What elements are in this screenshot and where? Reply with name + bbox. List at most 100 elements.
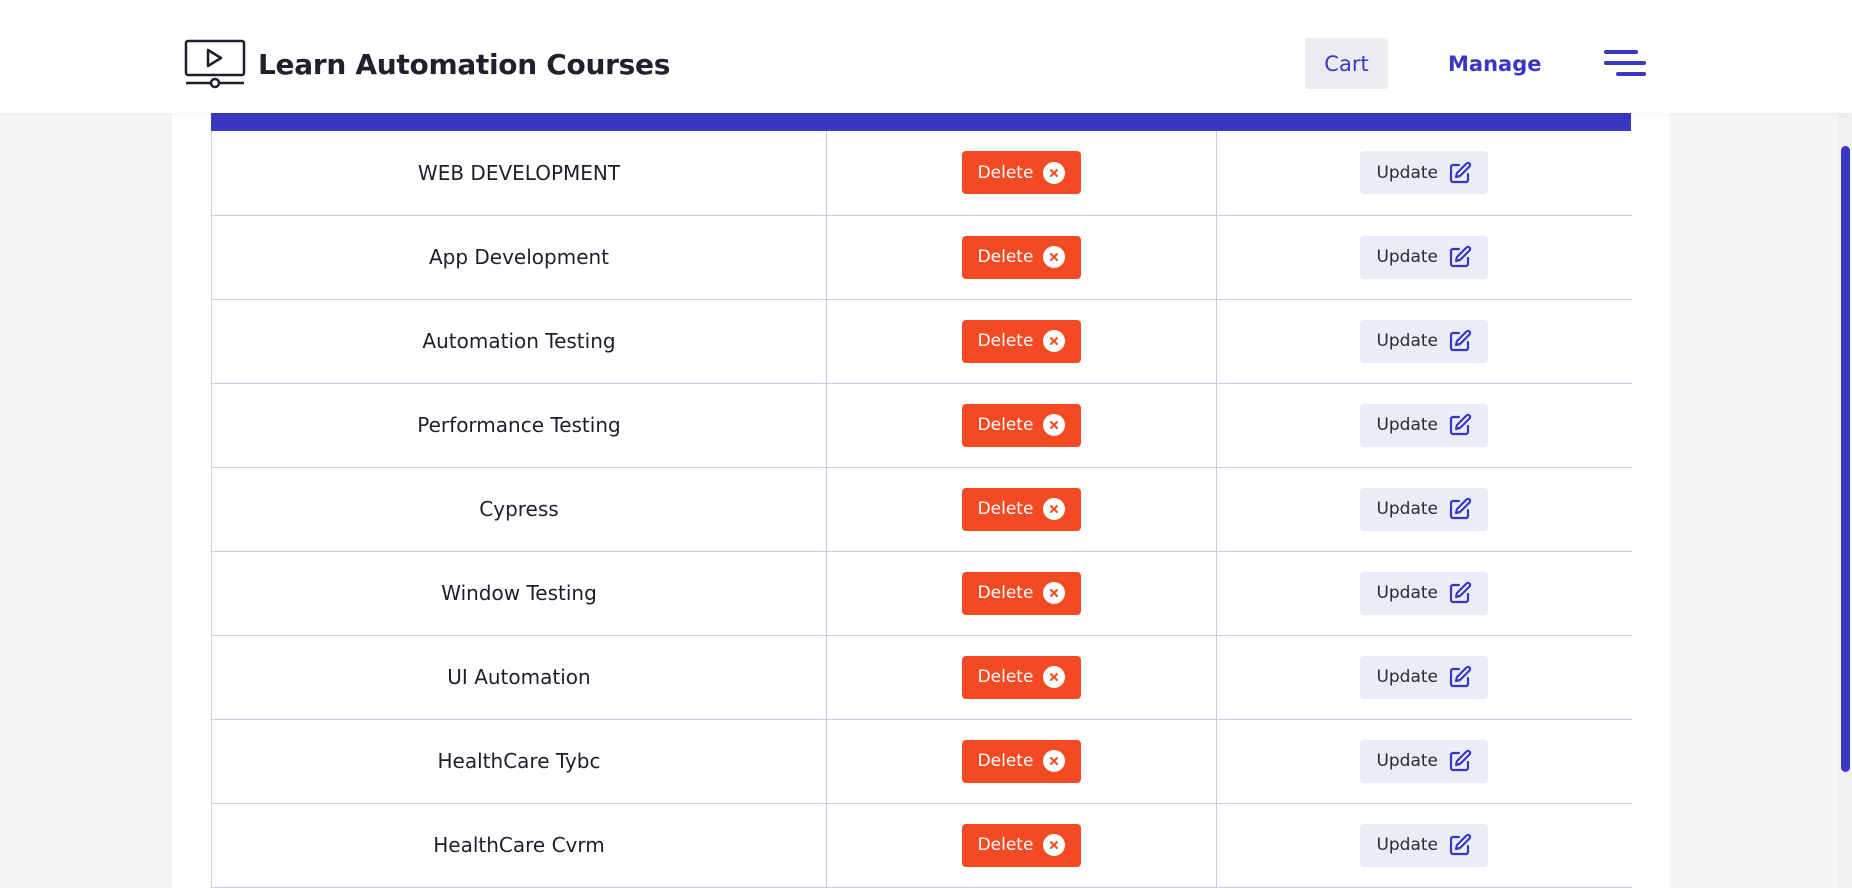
edit-icon <box>1449 833 1472 856</box>
delete-button[interactable]: Delete <box>962 235 1081 279</box>
x-circle-icon <box>1043 330 1066 352</box>
table-row: Cypress Delete Update <box>211 467 1632 552</box>
update-label: Update <box>1376 331 1439 351</box>
delete-label: Delete <box>977 835 1034 855</box>
update-cell: Update <box>1216 635 1632 720</box>
delete-cell: Delete <box>826 467 1217 552</box>
delete-button[interactable]: Delete <box>962 823 1081 867</box>
update-label: Update <box>1376 667 1439 687</box>
table-row: WEB DEVELOPMENT Delete Update <box>211 131 1632 216</box>
update-label: Update <box>1376 583 1439 603</box>
course-name-cell: WEB DEVELOPMENT <box>211 131 827 216</box>
edit-icon <box>1449 749 1472 772</box>
delete-button[interactable]: Delete <box>962 403 1081 447</box>
delete-button[interactable]: Delete <box>962 739 1081 783</box>
table-row: Automation Testing Delete Update <box>211 299 1632 384</box>
delete-label: Delete <box>977 331 1034 351</box>
cart-button[interactable]: Cart <box>1305 38 1388 89</box>
edit-icon <box>1449 245 1472 268</box>
delete-cell: Delete <box>826 551 1217 636</box>
update-button[interactable]: Update <box>1360 739 1489 783</box>
course-name: Cypress <box>479 497 559 521</box>
course-name-cell: Window Testing <box>211 551 827 636</box>
x-circle-icon <box>1043 666 1066 688</box>
delete-button[interactable]: Delete <box>962 571 1081 615</box>
update-button[interactable]: Update <box>1360 151 1489 195</box>
update-label: Update <box>1376 835 1439 855</box>
edit-icon <box>1449 329 1472 352</box>
course-name: HealthCare Tybc <box>437 749 601 773</box>
table-row: Window Testing Delete Update <box>211 551 1632 636</box>
course-name: Automation Testing <box>422 329 616 353</box>
x-circle-icon <box>1043 246 1066 268</box>
table-row: UI Automation Delete Update <box>211 635 1632 720</box>
delete-cell: Delete <box>826 803 1217 888</box>
course-name: WEB DEVELOPMENT <box>417 160 621 185</box>
delete-button[interactable]: Delete <box>962 319 1081 363</box>
delete-cell: Delete <box>826 719 1217 804</box>
courses-table: WEB DEVELOPMENT Delete Update App Develo… <box>211 131 1632 888</box>
delete-label: Delete <box>977 583 1034 603</box>
course-name: App Development <box>428 245 610 269</box>
edit-icon <box>1449 497 1472 520</box>
update-cell: Update <box>1216 299 1632 384</box>
update-cell: Update <box>1216 467 1632 552</box>
delete-button[interactable]: Delete <box>962 655 1081 699</box>
x-circle-icon <box>1043 834 1066 856</box>
table-row: Performance Testing Delete Update <box>211 383 1632 468</box>
update-button[interactable]: Update <box>1360 319 1489 363</box>
update-button[interactable]: Update <box>1360 235 1489 279</box>
delete-label: Delete <box>977 499 1034 519</box>
update-button[interactable]: Update <box>1360 571 1489 615</box>
update-cell: Update <box>1216 551 1632 636</box>
course-name: Performance Testing <box>417 413 621 437</box>
delete-cell: Delete <box>826 635 1217 720</box>
update-cell: Update <box>1216 215 1632 300</box>
table-row: HealthCare Tybc Delete Update <box>211 719 1632 804</box>
update-cell: Update <box>1216 383 1632 468</box>
scrollbar-thumb[interactable] <box>1841 146 1850 772</box>
update-cell: Update <box>1216 131 1632 216</box>
delete-label: Delete <box>977 667 1034 687</box>
update-button[interactable]: Update <box>1360 487 1489 531</box>
update-label: Update <box>1376 499 1439 519</box>
x-circle-icon <box>1043 498 1066 520</box>
x-circle-icon <box>1043 414 1066 436</box>
table-header-bar <box>211 113 1631 131</box>
page-title: Learn Automation Courses <box>258 47 671 81</box>
delete-cell: Delete <box>826 131 1217 216</box>
update-cell: Update <box>1216 719 1632 804</box>
edit-icon <box>1449 581 1472 604</box>
delete-cell: Delete <box>826 299 1217 384</box>
course-name: UI Automation <box>447 665 591 689</box>
update-button[interactable]: Update <box>1360 655 1489 699</box>
course-name-cell: App Development <box>211 215 827 300</box>
x-circle-icon <box>1043 161 1066 184</box>
course-name-cell: Cypress <box>211 467 827 552</box>
delete-label: Delete <box>977 247 1034 267</box>
delete-label: Delete <box>977 415 1034 435</box>
course-name-cell: HealthCare Cvrm <box>211 803 827 888</box>
delete-cell: Delete <box>826 383 1217 468</box>
update-label: Update <box>1376 751 1439 771</box>
course-name-cell: Performance Testing <box>211 383 827 468</box>
course-name-cell: Automation Testing <box>211 299 827 384</box>
course-name-cell: UI Automation <box>211 635 827 720</box>
x-circle-icon <box>1043 750 1066 772</box>
table-row: App Development Delete Update <box>211 215 1632 300</box>
manage-link[interactable]: Manage <box>1448 38 1541 89</box>
edit-icon <box>1449 665 1472 688</box>
hamburger-menu-icon[interactable] <box>1604 49 1646 77</box>
delete-button[interactable]: Delete <box>962 487 1081 531</box>
brand[interactable]: Learn Automation Courses <box>184 38 670 90</box>
update-button[interactable]: Update <box>1360 823 1489 867</box>
delete-label: Delete <box>977 751 1034 771</box>
edit-icon <box>1449 161 1472 183</box>
delete-cell: Delete <box>826 215 1217 300</box>
update-label: Update <box>1376 162 1439 183</box>
course-name: HealthCare Cvrm <box>433 833 605 857</box>
update-button[interactable]: Update <box>1360 403 1489 447</box>
delete-button[interactable]: Delete <box>962 151 1081 195</box>
delete-label: Delete <box>977 162 1034 183</box>
video-player-icon <box>184 39 246 89</box>
